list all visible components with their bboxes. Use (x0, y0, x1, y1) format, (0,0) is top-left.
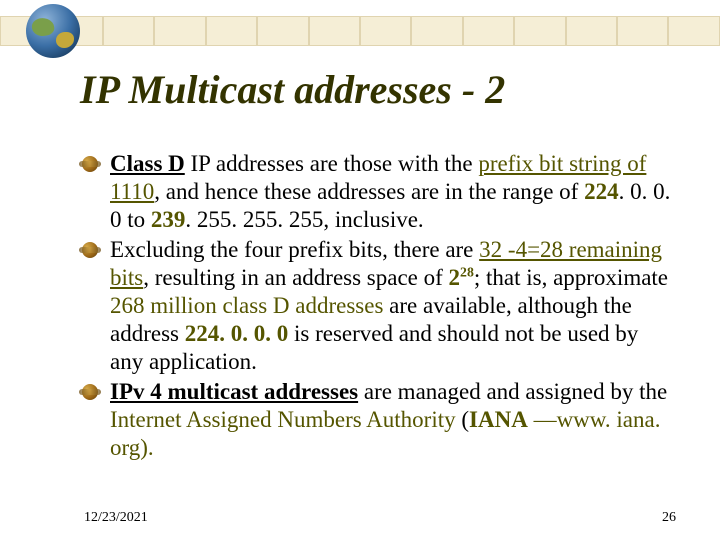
header-background (0, 0, 720, 62)
text: ; that is, approximate (474, 265, 668, 290)
text: ). (140, 435, 153, 460)
footer-date: 12/23/2021 (84, 510, 148, 526)
text: , resulting in an address space of (143, 265, 448, 290)
text: . 255. 255. 255, inclusive. (185, 207, 423, 232)
grid-strip (0, 16, 720, 46)
content-area: Class D IP addresses are those with the … (82, 150, 674, 465)
text: Class D (110, 151, 185, 176)
text: Internet Assigned Numbers Authority (110, 407, 456, 432)
text: 268 million class D addresses (110, 293, 383, 318)
text: Excluding the four prefix bits, there ar… (110, 237, 479, 262)
footer-page-number: 26 (662, 510, 676, 526)
text: IP addresses are those with the (185, 151, 479, 176)
text: 28 (460, 265, 474, 280)
bullet-3: IPv 4 multicast addresses are managed an… (82, 378, 674, 464)
text: — (528, 407, 557, 432)
globe-icon (26, 4, 80, 58)
text: ( (456, 407, 469, 432)
bullet-icon (82, 242, 98, 258)
bullet-2: Excluding the four prefix bits, there ar… (82, 236, 674, 378)
bullet-icon (82, 384, 98, 400)
text: IPv 4 multicast addresses (110, 379, 358, 404)
text: 239 (151, 207, 186, 232)
bullet-icon (82, 156, 98, 172)
text: , and hence these addresses are in the r… (154, 179, 584, 204)
text: are managed and assigned by the (358, 379, 667, 404)
text: 224 (584, 179, 619, 204)
text: 224. 0. 0. 0 (185, 321, 289, 346)
text: to (122, 207, 151, 232)
text: 2 (449, 265, 461, 290)
bullet-1: Class D IP addresses are those with the … (82, 150, 674, 236)
text: IANA (469, 407, 528, 432)
slide-title: IP Multicast addresses - 2 (80, 66, 505, 113)
